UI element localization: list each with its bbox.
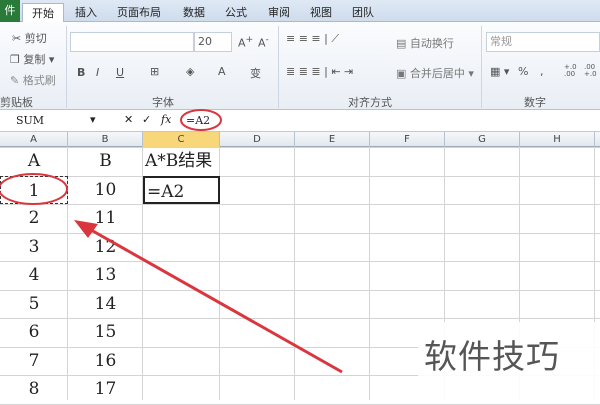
arrow-line (83, 224, 343, 374)
annotation-layer (0, 109, 343, 374)
highlight-circle-cell (0, 173, 68, 205)
highlight-circle-formula (180, 109, 222, 131)
arrow-head (74, 220, 98, 238)
gridline (0, 403, 600, 405)
